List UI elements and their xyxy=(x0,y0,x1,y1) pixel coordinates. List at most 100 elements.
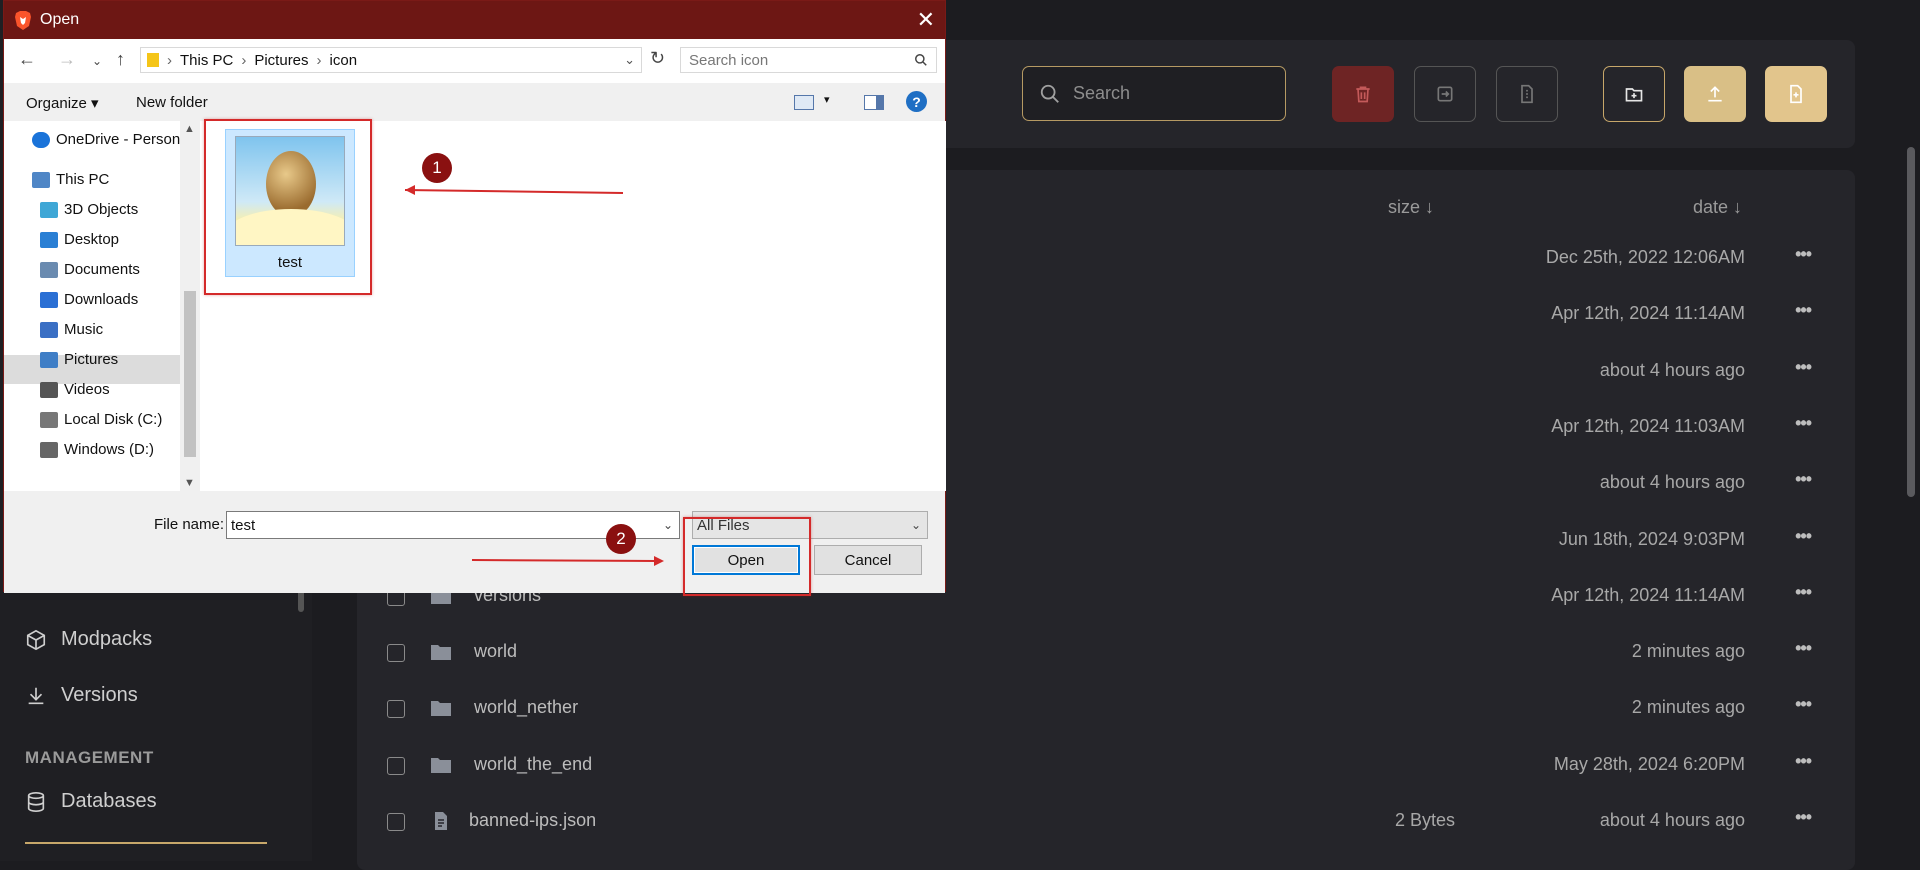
file-name-caption: File name: xyxy=(154,516,225,533)
file-date: 2 minutes ago xyxy=(1631,641,1745,662)
sidebar-item-modpacks[interactable]: Modpacks xyxy=(25,628,152,651)
dialog-search-input[interactable]: Search icon xyxy=(680,47,937,73)
search-input[interactable]: Search xyxy=(1022,66,1286,121)
upload-button[interactable] xyxy=(1684,66,1746,122)
new-folder-button[interactable] xyxy=(1603,66,1665,122)
scroll-down-icon[interactable]: ▼ xyxy=(184,477,195,489)
table-row[interactable]: world_nether 2 minutes ago ••• xyxy=(357,680,1855,736)
file-date: Apr 12th, 2024 11:14AM xyxy=(1551,584,1745,605)
more-options-icon[interactable]: ••• xyxy=(1795,582,1812,603)
folder-plus-icon xyxy=(1625,88,1643,102)
cancel-button[interactable]: Cancel xyxy=(814,545,922,575)
nav-item-label: Documents xyxy=(64,261,140,278)
folder-icon xyxy=(430,755,452,775)
row-checkbox[interactable] xyxy=(387,700,405,719)
nav-item[interactable]: Windows (D:) xyxy=(40,441,154,458)
file-name[interactable]: world_the_end xyxy=(474,754,592,775)
scrollbar-thumb[interactable] xyxy=(184,291,196,457)
search-icon xyxy=(1040,84,1059,103)
chevron-down-icon[interactable]: ▾ xyxy=(824,93,830,106)
video-icon xyxy=(40,381,58,398)
drive-icon xyxy=(40,411,58,428)
nav-item[interactable]: 3D Objects xyxy=(40,201,138,218)
new-folder-button[interactable]: New folder xyxy=(136,94,208,111)
file-name[interactable]: world_nether xyxy=(474,697,578,718)
chevron-down-icon[interactable]: ⌄ xyxy=(624,52,635,68)
file-name[interactable]: world xyxy=(474,641,517,662)
row-checkbox[interactable] xyxy=(387,756,405,775)
nav-item-label: Local Disk (C:) xyxy=(64,411,163,428)
nav-item[interactable]: Desktop xyxy=(40,231,119,248)
address-bar[interactable]: › This PC › Pictures › icon ⌄ xyxy=(140,47,642,73)
archive-button[interactable] xyxy=(1496,66,1558,122)
nav-item[interactable]: This PC xyxy=(32,171,109,188)
nav-item-label: OneDrive - Person xyxy=(56,131,181,148)
table-row[interactable]: banned-ips.json 2 Bytes about 4 hours ago •… xyxy=(357,793,1855,849)
file-name[interactable]: banned-ips.json xyxy=(469,810,596,831)
navigation-bar: ← → ⌄ ↑ › This PC › Pictures › icon ⌄ ↻ … xyxy=(4,39,945,83)
column-header-date[interactable]: date ↓ xyxy=(1693,197,1742,218)
more-options-icon[interactable]: ••• xyxy=(1795,638,1812,659)
file-date: May 28th, 2024 6:20PM xyxy=(1553,753,1745,774)
view-icon[interactable] xyxy=(794,95,814,110)
back-arrow-icon[interactable]: ← xyxy=(18,49,36,70)
annotation-marker-1: 1 xyxy=(422,153,452,183)
nav-item-label: Music xyxy=(64,321,104,338)
chevron-down-icon[interactable]: ⌄ xyxy=(663,518,673,532)
scroll-up-icon[interactable]: ▲ xyxy=(184,123,195,135)
file-plus-icon xyxy=(1790,84,1802,104)
cube-icon xyxy=(40,201,58,218)
more-options-icon[interactable]: ••• xyxy=(1795,357,1812,378)
nav-item-label: This PC xyxy=(56,171,110,188)
nav-item[interactable]: Pictures xyxy=(40,351,118,368)
file-size: 2 Bytes xyxy=(1394,810,1455,830)
document-icon xyxy=(40,261,58,278)
file-date: Apr 12th, 2024 11:14AM xyxy=(1551,303,1745,324)
file-date: about 4 hours ago xyxy=(1599,359,1745,380)
delete-button[interactable] xyxy=(1332,66,1394,122)
nav-item[interactable]: Music xyxy=(40,321,103,338)
row-checkbox[interactable] xyxy=(387,813,405,831)
archive-icon xyxy=(1521,84,1533,104)
search-placeholder: Search xyxy=(1073,83,1131,103)
page-scrollbar[interactable] xyxy=(1907,147,1915,497)
nav-item[interactable]: Documents xyxy=(40,261,140,278)
more-options-icon[interactable]: ••• xyxy=(1795,751,1812,772)
forward-arrow-icon[interactable]: → xyxy=(58,49,76,70)
more-options-icon[interactable]: ••• xyxy=(1795,694,1812,715)
more-options-icon[interactable]: ••• xyxy=(1795,300,1812,321)
table-row[interactable]: world_the_end May 28th, 2024 6:20PM ••• xyxy=(357,737,1855,793)
breadcrumb-pictures[interactable]: Pictures xyxy=(254,52,308,69)
nav-item-label: Downloads xyxy=(64,291,139,308)
nav-item[interactable]: Downloads xyxy=(40,291,138,308)
more-options-icon[interactable]: ••• xyxy=(1795,413,1812,434)
divider xyxy=(25,842,267,844)
nav-item-label: 3D Objects xyxy=(64,201,139,218)
up-arrow-icon[interactable]: ↑ xyxy=(116,49,125,70)
chevron-down-icon[interactable]: ⌄ xyxy=(92,54,102,68)
new-file-button[interactable] xyxy=(1765,66,1827,122)
nav-item[interactable]: Local Disk (C:) xyxy=(40,411,162,428)
table-row[interactable]: world 2 minutes ago ••• xyxy=(357,624,1855,680)
more-options-icon[interactable]: ••• xyxy=(1795,469,1812,490)
close-icon[interactable]: ✕ xyxy=(917,7,935,33)
sidebar-item-label: Versions xyxy=(61,684,138,706)
sidebar-item-databases[interactable]: Databases xyxy=(25,790,157,813)
column-header-size[interactable]: size ↓ xyxy=(1388,197,1434,218)
breadcrumb-icon[interactable]: icon xyxy=(330,52,358,69)
preview-pane-icon[interactable] xyxy=(864,95,884,110)
nav-item[interactable]: Videos xyxy=(40,381,110,398)
nav-item[interactable]: OneDrive - Person xyxy=(32,131,180,148)
nav-item-label: Pictures xyxy=(64,351,119,368)
move-button[interactable] xyxy=(1414,66,1476,122)
organize-button[interactable]: Organize ▾ xyxy=(26,94,99,112)
row-checkbox[interactable] xyxy=(387,644,405,663)
more-options-icon[interactable]: ••• xyxy=(1795,526,1812,547)
more-options-icon[interactable]: ••• xyxy=(1795,807,1812,828)
refresh-icon[interactable]: ↻ xyxy=(650,48,665,69)
help-icon[interactable]: ? xyxy=(906,91,927,112)
dialog-titlebar[interactable]: Open ✕ xyxy=(4,1,945,39)
sidebar-item-versions[interactable]: Versions xyxy=(25,684,138,707)
more-options-icon[interactable]: ••• xyxy=(1795,244,1812,265)
breadcrumb-this-pc[interactable]: This PC xyxy=(180,52,233,69)
